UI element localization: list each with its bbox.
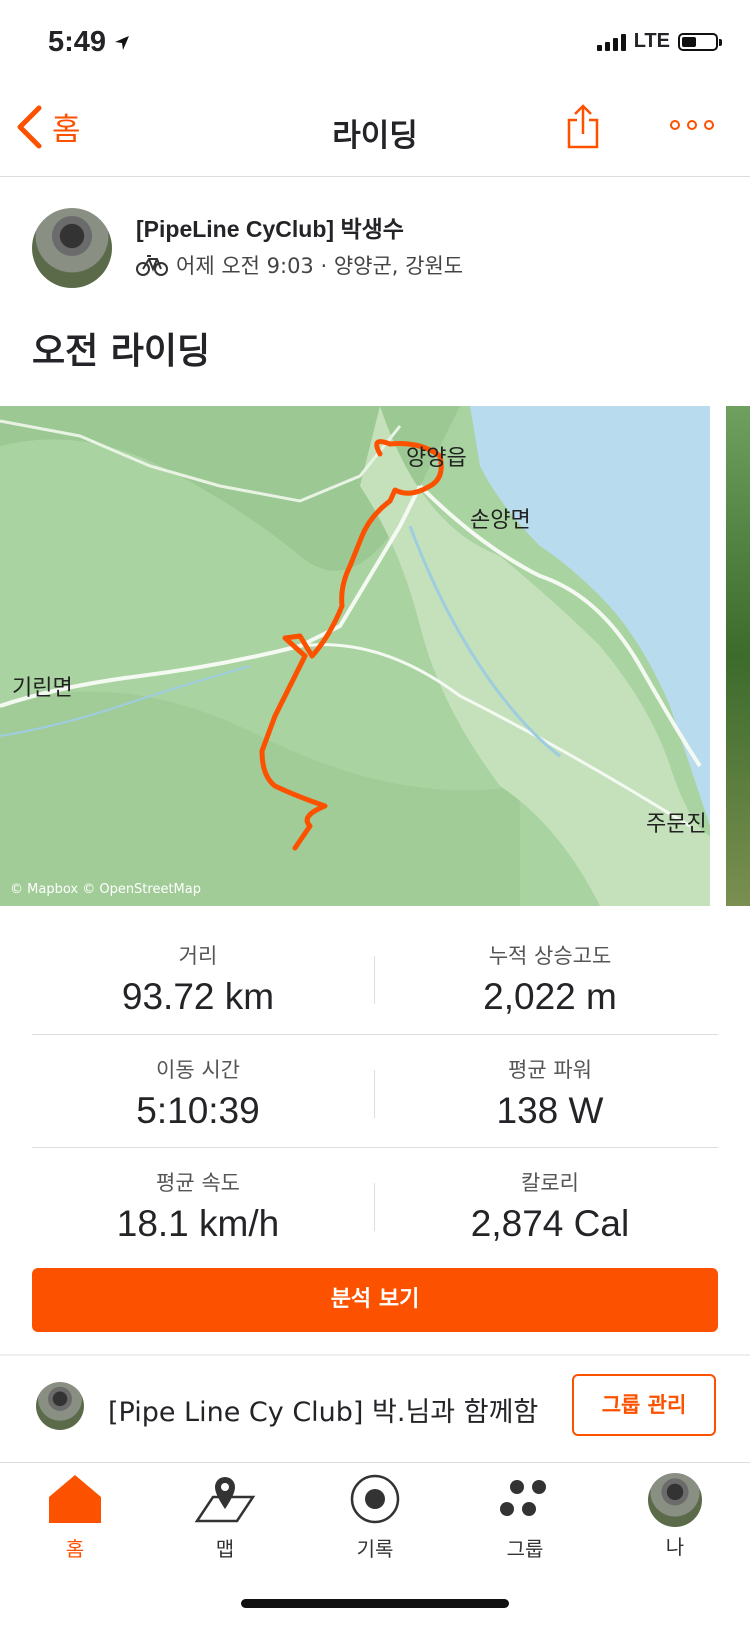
group-member-avatar[interactable]: [36, 1382, 84, 1430]
stat-divider: [374, 1070, 375, 1118]
row-divider: [32, 1147, 718, 1148]
stat-speed-label: 평균 속도: [156, 1171, 240, 1195]
tab-map-label: 맵: [215, 1537, 235, 1561]
dot-icon: [704, 120, 714, 130]
page-title: 라이딩: [332, 118, 418, 154]
more-options-button[interactable]: [670, 120, 714, 130]
photo-preview[interactable]: [726, 406, 750, 906]
stat-speed-value: 18.1 km/h: [116, 1203, 280, 1244]
location-arrow-icon: [115, 36, 130, 51]
tab-map[interactable]: 맵: [170, 1473, 280, 1562]
group-ride-text[interactable]: [Pipe Line Cy Club] 박.님과 함께함: [108, 1390, 538, 1429]
tab-profile[interactable]: 나: [620, 1473, 730, 1560]
dot-icon: [687, 120, 697, 130]
tab-home-label: 홈: [65, 1537, 85, 1561]
activity-meta-text: 어제 오전 9:03 · 양양군, 강원도: [176, 254, 464, 278]
athlete-avatar[interactable]: [32, 208, 112, 288]
nav-bar: 홈 라이딩: [0, 86, 750, 177]
dot-icon: [670, 120, 680, 130]
athlete-name[interactable]: [PipeLine CyClub] 박생수: [136, 210, 404, 244]
activity-meta: 어제 오전 9:03 · 양양군, 강원도: [136, 250, 463, 280]
map-icon: [194, 1477, 256, 1523]
stat-power-value: 138 W: [496, 1090, 604, 1131]
tab-groups-label: 그룹: [506, 1537, 544, 1561]
tab-groups[interactable]: 그룹: [470, 1473, 580, 1562]
stat-power-label: 평균 파워: [508, 1058, 592, 1082]
stat-moving-time-value: 5:10:39: [136, 1090, 260, 1131]
map-label-yangyang: 양양읍: [406, 446, 467, 471]
map-attribution: © Mapbox © OpenStreetMap: [10, 882, 201, 897]
stat-moving-time-label: 이동 시간: [156, 1058, 240, 1082]
signal-icon: [596, 33, 626, 51]
tab-record[interactable]: 기록: [320, 1473, 430, 1562]
stat-divider: [374, 1183, 375, 1231]
bike-icon: [136, 255, 168, 276]
row-divider: [32, 1034, 718, 1035]
record-icon: [350, 1474, 400, 1524]
map-label-sonyang: 손양면: [470, 508, 531, 533]
activity-title: 오전 라이딩: [32, 331, 211, 372]
battery-icon: [678, 32, 722, 51]
map-terrain: [0, 406, 710, 906]
stat-distance-label: 거리: [178, 944, 218, 968]
manage-group-button[interactable]: 그룹 관리: [572, 1374, 716, 1436]
tab-profile-label: 나: [665, 1535, 685, 1559]
status-indicators: LTE: [596, 30, 722, 53]
map-label-jumunjin: 주문진: [646, 812, 707, 837]
share-button[interactable]: [566, 104, 600, 154]
home-indicator: [241, 1599, 509, 1608]
status-time: 5:49: [48, 26, 130, 59]
stat-calories-value: 2,874 Cal: [470, 1203, 630, 1244]
stat-elevation-label: 누적 상승고도: [488, 944, 612, 968]
route-map[interactable]: 양양읍 손양면 기린면 주문진 © Mapbox © OpenStreetMap: [0, 406, 710, 906]
network-type: LTE: [633, 30, 670, 52]
groups-icon: [500, 1480, 546, 1516]
stat-elevation-value: 2,022 m: [483, 976, 617, 1017]
view-analysis-button[interactable]: 분석 보기: [32, 1268, 718, 1332]
tab-home[interactable]: 홈: [20, 1473, 130, 1562]
map-label-girin: 기린면: [12, 676, 73, 701]
share-icon: [567, 104, 599, 149]
stat-divider: [374, 956, 375, 1004]
stat-calories-label: 칼로리: [521, 1171, 579, 1195]
section-divider: [0, 1354, 750, 1356]
stat-distance-value: 93.72 km: [121, 976, 275, 1017]
tab-record-label: 기록: [356, 1537, 394, 1561]
home-icon: [49, 1475, 101, 1523]
profile-avatar: [648, 1473, 702, 1527]
